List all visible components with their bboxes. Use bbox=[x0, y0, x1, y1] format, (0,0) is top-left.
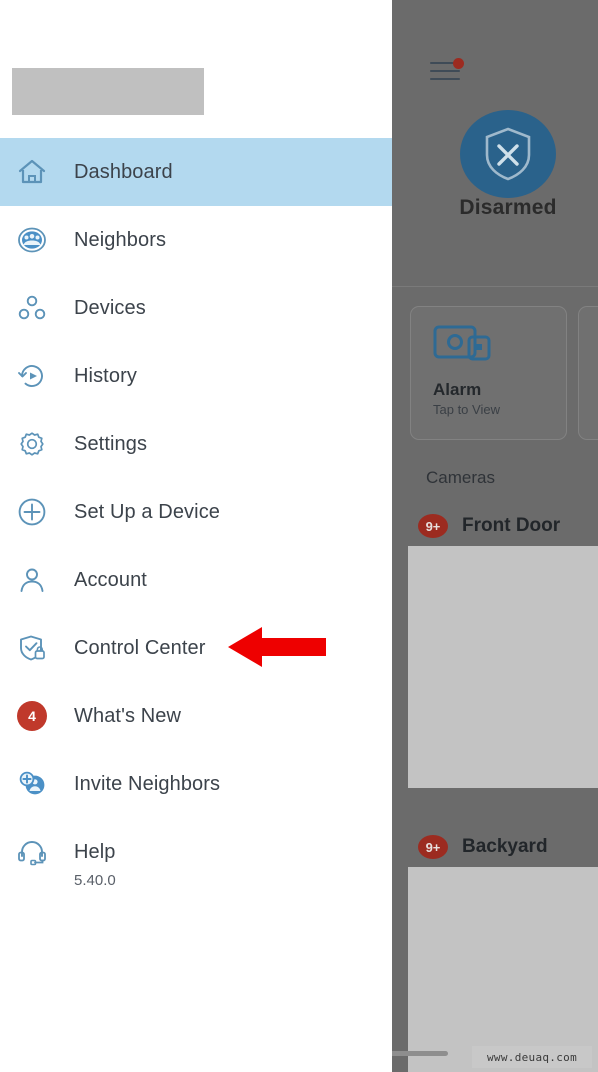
sidebar-item-label: Set Up a Device bbox=[74, 500, 221, 523]
sidebar-item-label: Neighbors bbox=[74, 228, 167, 251]
watermark: www.deuaq.com bbox=[472, 1046, 592, 1068]
sidebar-item-help[interactable]: Help bbox=[0, 818, 392, 886]
sidebar-item-label: Devices bbox=[74, 296, 146, 319]
navigation-drawer: Dashboard Neighbors Devices History Sett… bbox=[0, 0, 392, 1072]
devices-icon bbox=[10, 293, 54, 323]
panel-divider bbox=[392, 286, 598, 287]
camera-thumbnail[interactable] bbox=[408, 546, 598, 788]
hamburger-bar bbox=[430, 70, 460, 72]
sidebar-item-label: Control Center bbox=[74, 636, 206, 659]
sidebar-item-label: Dashboard bbox=[74, 160, 173, 183]
alarm-device-icon bbox=[433, 325, 491, 361]
whats-new-badge: 4 bbox=[17, 701, 47, 731]
camera-row[interactable]: 9+ Backyard bbox=[408, 827, 598, 1072]
sidebar-item-dashboard[interactable]: Dashboard bbox=[0, 138, 392, 206]
shield-lock-icon bbox=[10, 633, 54, 663]
camera-name: Front Door bbox=[462, 515, 561, 536]
cameras-section-header: Cameras bbox=[426, 468, 495, 487]
camera-header: 9+ Backyard bbox=[408, 827, 598, 867]
arm-status-label: Disarmed bbox=[459, 196, 557, 219]
alarm-card-subtitle: Tap to View bbox=[433, 402, 500, 417]
sidebar-item-settings[interactable]: Settings bbox=[0, 410, 392, 478]
sidebar-item-neighbors[interactable]: Neighbors bbox=[0, 206, 392, 274]
camera-event-badge: 9+ bbox=[418, 835, 448, 859]
sidebar-item-invite-neighbors[interactable]: Invite Neighbors bbox=[0, 750, 392, 818]
sidebar-item-label: Invite Neighbors bbox=[74, 772, 221, 795]
invite-neighbors-icon bbox=[10, 769, 54, 799]
person-icon bbox=[10, 565, 54, 595]
alarm-card[interactable]: Alarm Tap to View bbox=[410, 306, 567, 440]
app-screen: Disarmed Alarm Tap to View Cameras 9+ Fr… bbox=[0, 0, 598, 1072]
gear-icon bbox=[10, 429, 54, 459]
sidebar-item-label: What's New bbox=[74, 704, 182, 727]
camera-header: 9+ Front Door bbox=[408, 506, 598, 546]
sidebar-item-label: Help bbox=[74, 840, 116, 863]
notification-dot-icon bbox=[453, 58, 464, 69]
neighbors-icon bbox=[10, 225, 54, 255]
camera-thumbnail[interactable] bbox=[408, 867, 598, 1072]
sidebar-item-history[interactable]: History bbox=[0, 342, 392, 410]
hamburger-bar bbox=[430, 78, 460, 80]
headset-icon bbox=[10, 838, 54, 866]
sidebar-item-control-center[interactable]: Control Center bbox=[0, 614, 392, 682]
sidebar-item-account[interactable]: Account bbox=[0, 546, 392, 614]
annotation-arrow-icon bbox=[228, 627, 326, 667]
sidebar-item-label: Settings bbox=[74, 432, 148, 455]
plus-circle-icon bbox=[10, 497, 54, 527]
arm-status-button[interactable] bbox=[460, 110, 556, 198]
app-version-label: 5.40.0 bbox=[74, 872, 116, 889]
secondary-card[interactable] bbox=[578, 306, 598, 440]
alarm-card-title: Alarm bbox=[433, 380, 482, 399]
camera-name: Backyard bbox=[462, 836, 548, 857]
badge-count-icon: 4 bbox=[10, 701, 54, 731]
sidebar-item-label: Account bbox=[74, 568, 147, 591]
camera-event-badge: 9+ bbox=[418, 514, 448, 538]
sidebar-item-devices[interactable]: Devices bbox=[0, 274, 392, 342]
account-name-placeholder[interactable] bbox=[12, 68, 204, 115]
sidebar-item-whats-new[interactable]: 4 What's New bbox=[0, 682, 392, 750]
sidebar-item-set-up-a-device[interactable]: Set Up a Device bbox=[0, 478, 392, 546]
home-icon bbox=[10, 158, 54, 186]
camera-row[interactable]: 9+ Front Door bbox=[408, 506, 598, 788]
shield-disarmed-icon bbox=[485, 127, 531, 181]
sidebar-item-label: History bbox=[74, 364, 137, 387]
drawer-nav-list: Dashboard Neighbors Devices History Sett… bbox=[0, 138, 392, 886]
history-icon bbox=[10, 361, 54, 391]
hamburger-icon[interactable] bbox=[430, 58, 464, 84]
